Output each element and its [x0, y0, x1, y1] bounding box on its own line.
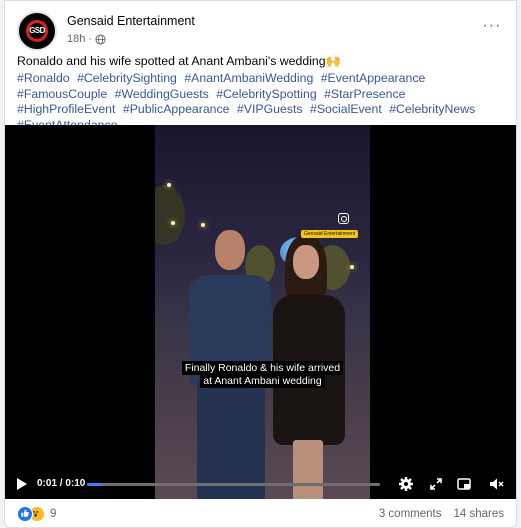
- hashtag-link[interactable]: #CelebritySpotting: [216, 87, 316, 101]
- hashtag-link[interactable]: #StarPresence: [324, 87, 405, 101]
- overlay-tag: Gensaid Entertainment: [301, 230, 359, 238]
- hashtag-link[interactable]: #SocialEvent: [310, 102, 382, 116]
- play-icon[interactable]: [17, 478, 27, 490]
- timestamp[interactable]: 18h: [67, 33, 85, 45]
- video-player[interactable]: Gensaid Entertainment Finally Ronaldo & …: [5, 125, 516, 499]
- reaction-count: 9: [50, 508, 57, 520]
- engagement-stats: 3 comments 14 shares: [379, 508, 504, 520]
- picture-in-picture-icon[interactable]: [456, 476, 472, 492]
- video-controls: 0:01 / 0:10: [5, 469, 516, 499]
- post-meta: 18h ·: [67, 33, 106, 45]
- hashtag-link[interactable]: #WeddingGuests: [115, 87, 209, 101]
- expand-icon[interactable]: [428, 476, 444, 492]
- avatar[interactable]: GSD: [17, 11, 57, 51]
- mute-icon[interactable]: [488, 476, 504, 492]
- video-subtitle: Finally Ronaldo & his wife arrived at An…: [155, 361, 370, 388]
- video-frame: Gensaid Entertainment Finally Ronaldo & …: [155, 125, 370, 499]
- hashtag-link[interactable]: #HighProfileEvent: [17, 102, 115, 116]
- post-footer: 9 3 comments 14 shares: [17, 505, 504, 525]
- subtitle-line-1: Finally Ronaldo & his wife arrived: [181, 361, 344, 375]
- hashtag-link[interactable]: #FamousCouple: [17, 87, 107, 101]
- hashtag-link[interactable]: #Ronaldo: [17, 71, 70, 85]
- more-options-button[interactable]: ···: [480, 17, 504, 41]
- instagram-icon: [338, 213, 349, 224]
- hashtag-link[interactable]: #PublicAppearance: [123, 102, 230, 116]
- hashtag-link[interactable]: #AnantAmbaniWedding: [184, 71, 313, 85]
- avatar-logo-text: GSD: [29, 26, 45, 35]
- shares-count[interactable]: 14 shares: [453, 508, 504, 520]
- hashtag-link[interactable]: #VIPGuests: [237, 102, 303, 116]
- post-card: GSD Gensaid Entertainment 18h · ··· Rona…: [4, 0, 517, 528]
- reactions-summary[interactable]: 9: [17, 506, 56, 522]
- progress-bar[interactable]: [87, 483, 380, 486]
- subtitle-line-2: at Anant Ambani wedding: [200, 374, 325, 388]
- post-header: GSD Gensaid Entertainment 18h · ···: [17, 11, 504, 51]
- video-time: 0:01 / 0:10: [37, 478, 86, 489]
- hashtag-list: #Ronaldo #CelebritySighting #AnantAmbani…: [17, 71, 506, 133]
- hashtag-link[interactable]: #EventAppearance: [321, 71, 426, 85]
- progress-fill: [87, 483, 102, 486]
- comments-count[interactable]: 3 comments: [379, 508, 442, 520]
- page-name[interactable]: Gensaid Entertainment: [67, 14, 195, 28]
- post-caption: Ronaldo and his wife spotted at Anant Am…: [17, 54, 341, 68]
- hashtag-link[interactable]: #CelebritySighting: [77, 71, 177, 85]
- settings-icon[interactable]: [398, 476, 414, 492]
- like-reaction-icon: [17, 506, 33, 522]
- globe-icon: [95, 33, 106, 45]
- hashtag-link[interactable]: #CelebrityNews: [389, 102, 475, 116]
